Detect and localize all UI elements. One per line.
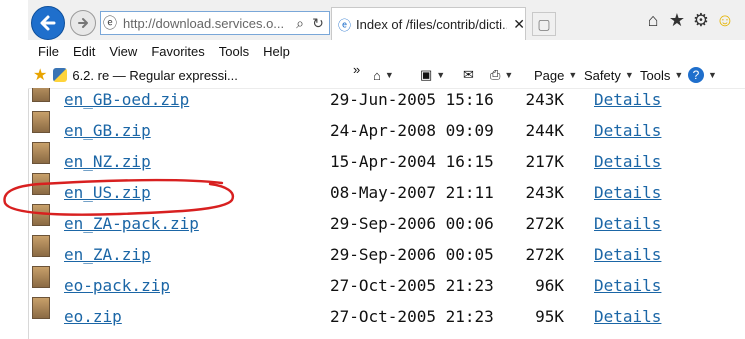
details-link[interactable]: Details bbox=[594, 152, 661, 171]
file-date: 27-Oct-2005 21:23 bbox=[330, 307, 494, 326]
file-listing: en_GB-oed.zip 29-Jun-2005 15:16 243K Det… bbox=[28, 88, 745, 339]
table-row: en_ZA-pack.zip 29-Sep-2006 00:06 272K De… bbox=[28, 204, 745, 243]
details-link[interactable]: Details bbox=[594, 307, 661, 326]
chevron-down-icon: ▼ bbox=[674, 70, 684, 80]
file-link[interactable]: en_NZ.zip bbox=[64, 152, 151, 171]
back-button[interactable] bbox=[31, 6, 65, 40]
file-date: 27-Oct-2005 21:23 bbox=[330, 276, 494, 295]
menu-view[interactable]: View bbox=[109, 44, 137, 59]
file-link[interactable]: eo.zip bbox=[64, 307, 122, 326]
safety-menu-label: Safety bbox=[584, 67, 621, 83]
ie-page-icon: ⓔ bbox=[103, 15, 117, 31]
favorite-link[interactable]: 6.2. re — Regular expressi... bbox=[72, 68, 237, 83]
command-bar: ★ 6.2. re — Regular expressi... » ⌂ ▼ ▣ ▼ … bbox=[28, 62, 745, 89]
tab-active[interactable]: ⓔ Index of /files/contrib/dicti... ✕ bbox=[331, 7, 526, 41]
table-row: en_ZA.zip 29-Sep-2006 00:05 272K Details bbox=[28, 235, 745, 274]
file-size: 243K bbox=[525, 183, 564, 202]
table-row: eo-pack.zip 27-Oct-2005 21:23 96K Detail… bbox=[28, 266, 745, 305]
table-row: en_NZ.zip 15-Apr-2004 16:15 217K Details bbox=[28, 142, 745, 181]
back-arrow-icon bbox=[40, 15, 56, 31]
archive-file-icon bbox=[32, 204, 50, 226]
file-date: 24-Apr-2008 09:09 bbox=[330, 121, 494, 140]
chevron-down-icon: ▼ bbox=[708, 70, 717, 80]
menu-edit[interactable]: Edit bbox=[73, 44, 95, 59]
archive-file-icon bbox=[32, 111, 50, 133]
home-cmd-icon[interactable]: ⌂ ▼ bbox=[373, 62, 394, 88]
forward-button[interactable] bbox=[70, 10, 96, 36]
details-link[interactable]: Details bbox=[594, 121, 661, 140]
chevron-down-icon: ▼ bbox=[624, 70, 634, 80]
file-link[interactable]: en_GB-oed.zip bbox=[64, 90, 189, 109]
details-link[interactable]: Details bbox=[594, 183, 661, 202]
menu-help[interactable]: Help bbox=[263, 44, 290, 59]
archive-file-icon bbox=[32, 173, 50, 195]
file-date: 15-Apr-2004 16:15 bbox=[330, 152, 494, 171]
menu-favorites[interactable]: Favorites bbox=[151, 44, 204, 59]
print-icon[interactable]: ⎙ ▼ bbox=[490, 62, 513, 88]
table-row: eo.zip 27-Oct-2005 21:23 95K Details bbox=[28, 297, 745, 336]
file-link[interactable]: en_ZA.zip bbox=[64, 245, 151, 264]
feeds-icon[interactable]: ▣ ▼ bbox=[420, 62, 445, 88]
safety-menu[interactable]: Safety ▼ bbox=[584, 62, 634, 88]
details-link[interactable]: Details bbox=[594, 90, 661, 109]
settings-gear-icon[interactable]: ⚙ bbox=[690, 9, 712, 31]
tools-menu[interactable]: Tools ▼ bbox=[640, 62, 683, 88]
add-favorite-star-icon[interactable]: ★ bbox=[33, 65, 47, 85]
file-size: 272K bbox=[525, 245, 564, 264]
ie-tab-icon: ⓔ bbox=[338, 18, 352, 33]
tools-menu-label: Tools bbox=[640, 67, 671, 83]
file-date: 29-Sep-2006 00:05 bbox=[330, 245, 494, 264]
tab-title: Index of /files/contrib/dicti... bbox=[356, 17, 508, 32]
help-icon: ? bbox=[688, 67, 704, 83]
file-size: 272K bbox=[525, 214, 564, 233]
page-menu-label: Page bbox=[534, 67, 565, 83]
archive-file-icon bbox=[32, 297, 50, 319]
archive-file-icon bbox=[32, 142, 50, 164]
file-link[interactable]: en_GB.zip bbox=[64, 121, 151, 140]
file-size: 96K bbox=[535, 276, 564, 295]
table-row: en_GB.zip 24-Apr-2008 09:09 244K Details bbox=[28, 111, 745, 150]
file-size: 243K bbox=[525, 90, 564, 109]
archive-file-icon bbox=[32, 266, 50, 288]
file-date: 08-May-2007 21:11 bbox=[330, 183, 494, 202]
address-bar[interactable]: ⓔ http://download.services.o... ⌕ ↻ bbox=[100, 11, 330, 35]
file-link[interactable]: eo-pack.zip bbox=[64, 276, 170, 295]
details-link[interactable]: Details bbox=[594, 245, 661, 264]
menu-bar: File Edit View Favorites Tools Help bbox=[28, 40, 745, 62]
file-date: 29-Sep-2006 00:06 bbox=[330, 214, 494, 233]
menu-file[interactable]: File bbox=[38, 44, 59, 59]
close-tab-icon[interactable]: ✕ bbox=[513, 16, 525, 33]
table-row: en_US.zip 08-May-2007 21:11 243K Details bbox=[28, 173, 745, 212]
favorites-star-icon[interactable]: ★ bbox=[666, 9, 688, 31]
archive-file-icon bbox=[32, 88, 50, 102]
archive-file-icon bbox=[32, 235, 50, 257]
overflow-chevron[interactable]: » bbox=[353, 56, 360, 82]
chevron-down-icon: ▼ bbox=[568, 70, 578, 80]
details-link[interactable]: Details bbox=[594, 276, 661, 295]
smiley-feedback-icon[interactable]: ☺ bbox=[714, 9, 736, 31]
new-tab-icon: ▢ bbox=[537, 15, 551, 32]
home-icon[interactable]: ⌂ bbox=[642, 9, 664, 31]
page-menu[interactable]: Page ▼ bbox=[534, 62, 577, 88]
file-size: 244K bbox=[525, 121, 564, 140]
browser-chrome: ⓔ http://download.services.o... ⌕ ↻ ⓔ In… bbox=[0, 0, 745, 89]
favorites-bar-item[interactable]: ★ 6.2. re — Regular expressi... bbox=[28, 65, 238, 85]
search-icon[interactable]: ⌕ bbox=[291, 15, 309, 32]
read-mail-icon[interactable]: ✉ bbox=[463, 62, 474, 88]
help-menu[interactable]: ? ▼ bbox=[688, 62, 717, 88]
new-tab-button[interactable]: ▢ bbox=[532, 12, 556, 36]
refresh-icon[interactable]: ↻ bbox=[309, 15, 327, 32]
file-size: 95K bbox=[535, 307, 564, 326]
file-date: 29-Jun-2005 15:16 bbox=[330, 90, 494, 109]
menu-tools[interactable]: Tools bbox=[219, 44, 249, 59]
file-size: 217K bbox=[525, 152, 564, 171]
python-favicon-icon bbox=[53, 68, 68, 82]
details-link[interactable]: Details bbox=[594, 214, 661, 233]
file-link[interactable]: en_ZA-pack.zip bbox=[64, 214, 199, 233]
forward-arrow-icon bbox=[78, 18, 88, 28]
table-row: en_GB-oed.zip 29-Jun-2005 15:16 243K Det… bbox=[28, 88, 745, 119]
file-link[interactable]: en_US.zip bbox=[64, 183, 151, 202]
address-text[interactable]: http://download.services.o... bbox=[123, 16, 291, 31]
